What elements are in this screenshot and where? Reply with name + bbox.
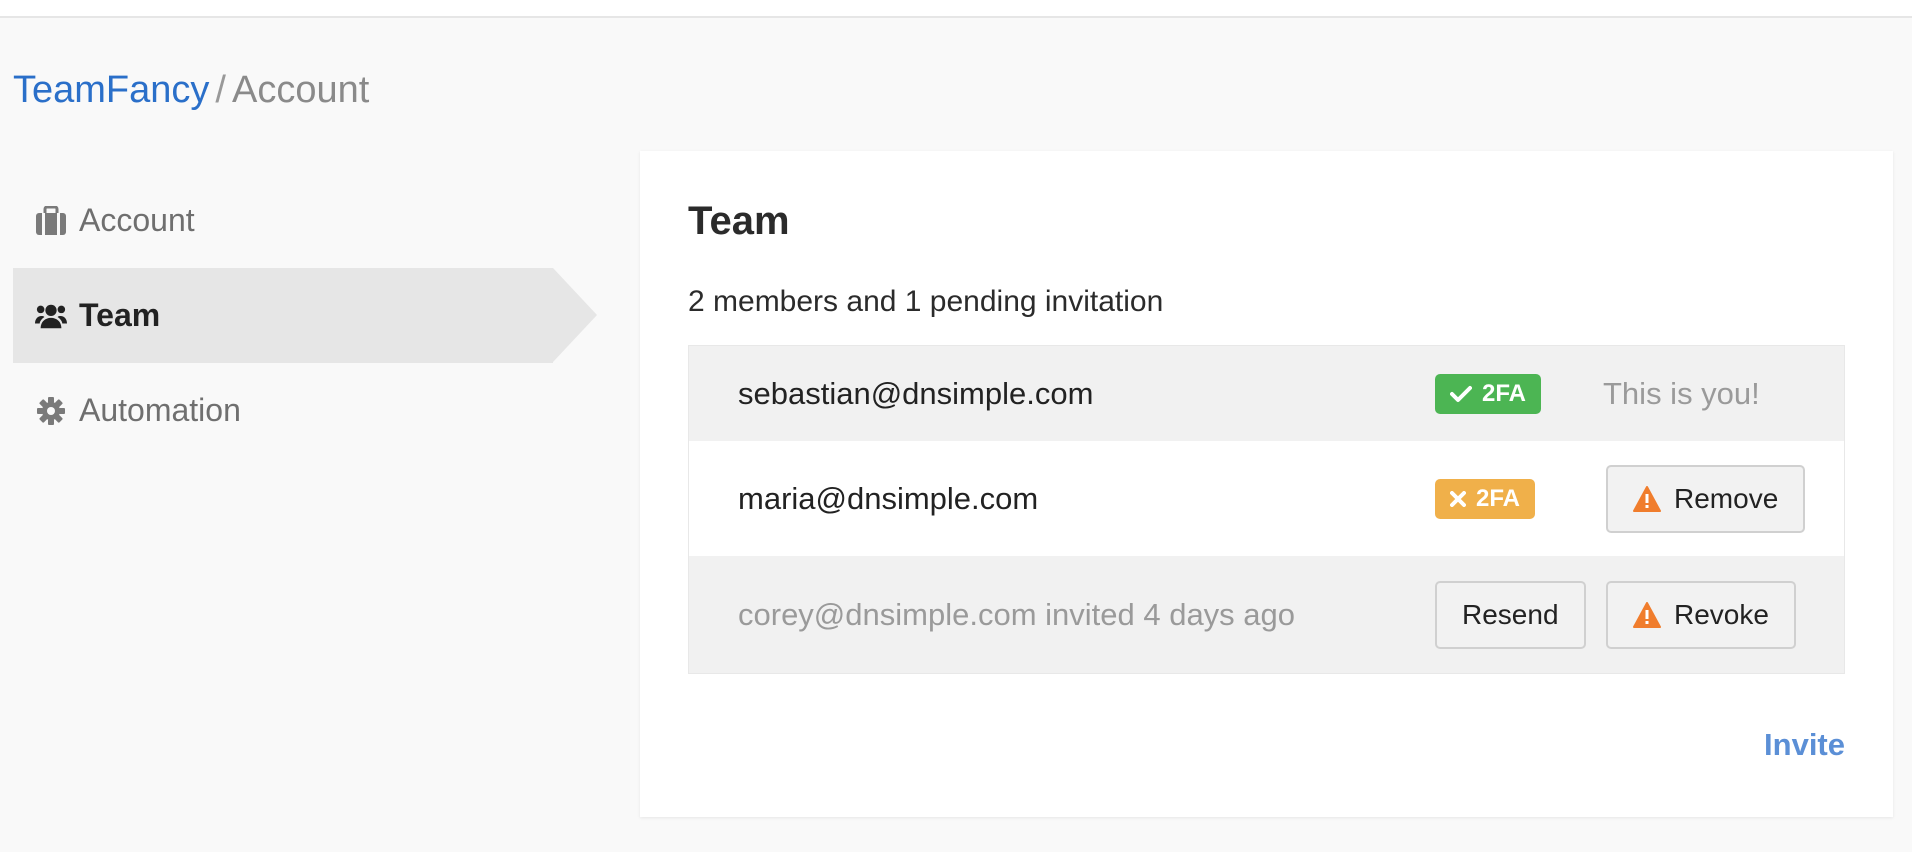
remove-member-button[interactable]: Remove	[1606, 464, 1806, 533]
sidebar: Account Team Automation	[13, 173, 598, 458]
warning-icon	[1633, 601, 1661, 628]
briefcase-icon	[35, 205, 67, 237]
twofa-label: 2FA	[1482, 379, 1527, 407]
x-icon	[1450, 490, 1466, 507]
team-panel: Team 2 members and 1 pending invitation …	[640, 151, 1893, 817]
members-summary: 2 members and 1 pending invitation	[688, 285, 1164, 318]
breadcrumb-current: Account	[231, 69, 370, 111]
invite-link[interactable]: Invite	[1764, 727, 1845, 763]
sidebar-item-team[interactable]: Team	[13, 268, 597, 363]
sidebar-item-label: Account	[79, 202, 195, 238]
revoke-label: Revoke	[1674, 598, 1769, 630]
current-user-note: This is you!	[1603, 375, 1760, 411]
remove-label: Remove	[1674, 482, 1779, 514]
sidebar-item-label: Team	[79, 297, 161, 333]
twofa-label: 2FA	[1476, 484, 1521, 512]
panel-title: Team	[688, 199, 790, 243]
warning-icon	[1633, 485, 1661, 512]
invitation-row: corey@dnsimple.com invited 4 days ago Re…	[689, 556, 1844, 673]
member-email: sebastian@dnsimple.com	[738, 375, 1094, 411]
twofa-enabled-badge: 2FA	[1435, 373, 1542, 414]
breadcrumb: TeamFancy / Account	[13, 66, 369, 114]
member-email: maria@dnsimple.com	[738, 480, 1039, 516]
twofa-disabled-badge: 2FA	[1435, 478, 1536, 519]
resend-invitation-button[interactable]: Resend	[1435, 580, 1586, 649]
sidebar-item-automation[interactable]: Automation	[13, 363, 598, 458]
member-row: maria@dnsimple.com 2FA Remove	[689, 441, 1844, 556]
users-icon	[35, 300, 67, 332]
revoke-invitation-button[interactable]: Revoke	[1606, 580, 1796, 649]
check-icon	[1450, 385, 1472, 403]
sidebar-item-label: Automation	[79, 392, 241, 428]
members-list: sebastian@dnsimple.com 2FA This is you! …	[688, 345, 1845, 674]
breadcrumb-separator: /	[215, 69, 226, 111]
top-bar	[0, 0, 1912, 18]
invitation-text: corey@dnsimple.com invited 4 days ago	[738, 596, 1296, 632]
sidebar-item-account[interactable]: Account	[13, 173, 598, 268]
member-row: sebastian@dnsimple.com 2FA This is you!	[689, 346, 1844, 441]
gear-icon	[35, 395, 67, 427]
breadcrumb-team-link[interactable]: TeamFancy	[13, 69, 209, 111]
